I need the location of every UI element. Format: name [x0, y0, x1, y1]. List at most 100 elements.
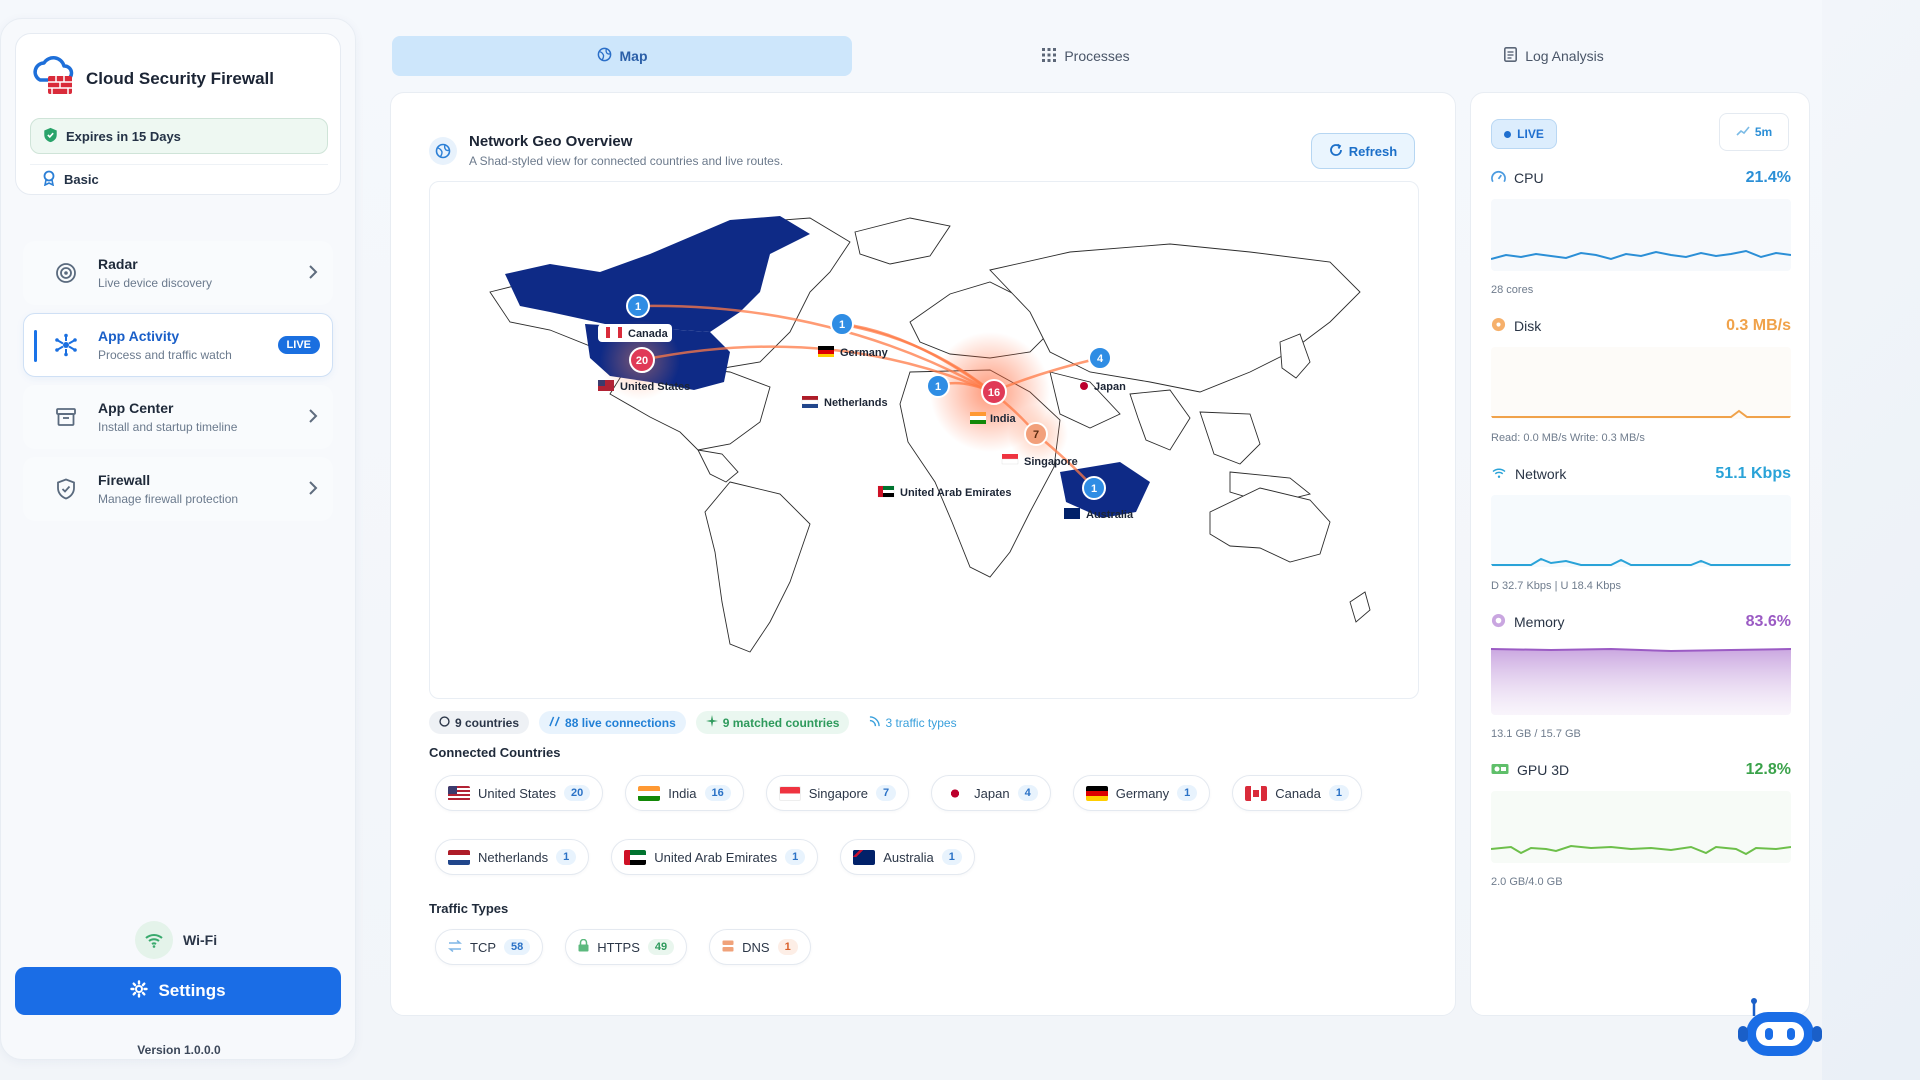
- wifi-label: Wi-Fi: [183, 932, 218, 948]
- sidebar-item-app-center[interactable]: App Center Install and startup timeline: [23, 385, 333, 449]
- metric-footnote: Read: 0.0 MB/s Write: 0.3 MB/s: [1491, 432, 1645, 444]
- time-range-button[interactable]: 5m: [1719, 113, 1789, 151]
- map-marker-netherlands[interactable]: 1: [926, 374, 950, 398]
- country-chips-row-1: United States 20 India 16 Singapore 7 Ja…: [435, 775, 1362, 811]
- map-label-germany: Germany: [840, 347, 889, 359]
- map-marker-germany[interactable]: 1: [830, 312, 854, 336]
- country-chip-singapore[interactable]: Singapore 7: [765, 775, 910, 811]
- stat-text: 3 traffic types: [885, 715, 957, 730]
- map-marker-united-states[interactable]: 20: [629, 347, 655, 373]
- grid-icon: [1042, 47, 1057, 65]
- refresh-label: Refresh: [1348, 143, 1398, 159]
- chip-count: 1: [1177, 785, 1198, 801]
- metric-label: CPU: [1514, 170, 1544, 186]
- nav-subtitle: Live device discovery: [98, 276, 213, 290]
- country-chip-germany[interactable]: Germany 1: [1072, 775, 1211, 811]
- radar-icon: [54, 261, 78, 285]
- svg-text:7: 7: [1033, 429, 1039, 441]
- lock-icon: [578, 938, 589, 955]
- memory-area-chart: [1490, 647, 1792, 715]
- sidebar-item-radar[interactable]: Radar Live device discovery: [23, 241, 333, 305]
- nav-title: Radar: [98, 256, 138, 272]
- brand-title: Cloud Security Firewall: [86, 68, 274, 88]
- refresh-button[interactable]: Refresh: [1311, 133, 1415, 169]
- brand-card: Cloud Security Firewall Expires in 15 Da…: [15, 33, 341, 195]
- map-label-japan: Japan: [1094, 381, 1126, 393]
- chip-count: 1: [785, 849, 806, 865]
- world-map[interactable]: 1 20 1 1 16 4 7 1 Canada United States G…: [429, 181, 1419, 699]
- traffic-chip-tcp[interactable]: TCP 58: [435, 929, 544, 965]
- us-flag-icon: [448, 785, 470, 801]
- metric-footnote: 2.0 GB/4.0 GB: [1491, 876, 1563, 888]
- chip-label: Canada: [1275, 785, 1321, 801]
- map-label-canada: Canada: [628, 328, 669, 340]
- country-chip-japan[interactable]: Japan 4: [931, 775, 1051, 811]
- tab-processes[interactable]: Processes: [852, 36, 1320, 76]
- map-marker-japan[interactable]: 4: [1088, 346, 1112, 370]
- shield-icon: [54, 477, 78, 501]
- wifi-status[interactable]: Wi-Fi: [135, 921, 217, 959]
- version-text: Version 1.0.0.0: [137, 1043, 221, 1057]
- settings-button[interactable]: Settings: [15, 967, 341, 1015]
- tab-log-analysis[interactable]: Log Analysis: [1320, 36, 1788, 76]
- chip-label: United States: [478, 785, 557, 801]
- activity-icon: [549, 716, 560, 730]
- app-window: Cloud Security Firewall Expires in 15 Da…: [0, 0, 1822, 1080]
- chip-count: 1: [941, 849, 962, 865]
- traffic-chip-dns[interactable]: DNS 1: [709, 929, 811, 965]
- stat-matched: 9 matched countries: [695, 711, 850, 734]
- map-label-netherlands: Netherlands: [824, 397, 888, 409]
- chip-count: 7: [876, 785, 897, 801]
- tab-map[interactable]: Map: [392, 36, 852, 76]
- country-chip-canada[interactable]: Canada 1: [1232, 775, 1362, 811]
- country-chip-australia[interactable]: Australia 1: [840, 839, 975, 875]
- disk-icon: [1491, 317, 1506, 335]
- live-dot-icon: [1504, 130, 1512, 138]
- stat-countries: 9 countries: [429, 711, 530, 734]
- chip-count: 16: [704, 785, 731, 801]
- country-chip-india[interactable]: India 16: [625, 775, 744, 811]
- live-indicator[interactable]: LIVE: [1491, 119, 1557, 149]
- chip-label: Australia: [883, 849, 934, 865]
- gear-icon: [130, 979, 149, 1003]
- metric-value: 0.3 MB/s: [1726, 317, 1791, 334]
- svg-text:1: 1: [1091, 483, 1097, 495]
- svg-text:4: 4: [1097, 353, 1104, 365]
- metric-label: Disk: [1514, 318, 1542, 334]
- cloud-firewall-logo-icon: [30, 54, 76, 103]
- chip-count: 1: [556, 849, 577, 865]
- badge-ribbon-icon: [42, 170, 56, 189]
- expiry-badge: Expires in 15 Days: [30, 118, 328, 154]
- chip-label: Japan: [974, 785, 1010, 801]
- chip-label: HTTPS: [597, 939, 640, 955]
- nav-subtitle: Manage firewall protection: [98, 492, 239, 506]
- traffic-chip-https[interactable]: HTTPS 49: [565, 929, 688, 965]
- uae-flag-icon: [624, 849, 647, 865]
- metric-value: 83.6%: [1745, 613, 1791, 630]
- disk-sparkline: [1491, 347, 1791, 419]
- tab-label: Log Analysis: [1525, 48, 1604, 64]
- live-label: LIVE: [1517, 127, 1544, 141]
- metric-footnote: D 32.7 Kbps | U 18.4 Kbps: [1491, 580, 1622, 592]
- tab-label: Map: [619, 48, 648, 64]
- country-chip-uae[interactable]: United Arab Emirates 1: [611, 839, 819, 875]
- network-sparkline: [1491, 495, 1791, 567]
- chip-label: India: [668, 785, 697, 801]
- map-marker-australia[interactable]: 1: [1082, 476, 1106, 500]
- country-chip-netherlands[interactable]: Netherlands 1: [435, 839, 590, 875]
- map-panel: Network Geo Overview A Shad-styled view …: [390, 92, 1456, 1016]
- svg-text:16: 16: [988, 387, 1000, 399]
- sidebar-item-firewall[interactable]: Firewall Manage firewall protection: [23, 457, 333, 521]
- country-chip-united-states[interactable]: United States 20: [435, 775, 604, 811]
- chip-count: 1: [1328, 785, 1349, 801]
- map-label-singapore: Singapore: [1024, 456, 1078, 468]
- wifi-icon: [1491, 466, 1507, 482]
- sidebar-item-app-activity[interactable]: App Activity Process and traffic watch L…: [23, 313, 333, 377]
- nav-title: App Activity: [98, 328, 180, 344]
- assistant-robot-icon[interactable]: [1738, 998, 1822, 1065]
- map-marker-singapore[interactable]: 7: [1024, 422, 1048, 446]
- connected-countries-label: Connected Countries: [429, 745, 561, 760]
- map-marker-india[interactable]: 16: [981, 379, 1007, 405]
- map-marker-canada[interactable]: 1: [626, 294, 650, 318]
- chip-label: TCP: [470, 939, 496, 955]
